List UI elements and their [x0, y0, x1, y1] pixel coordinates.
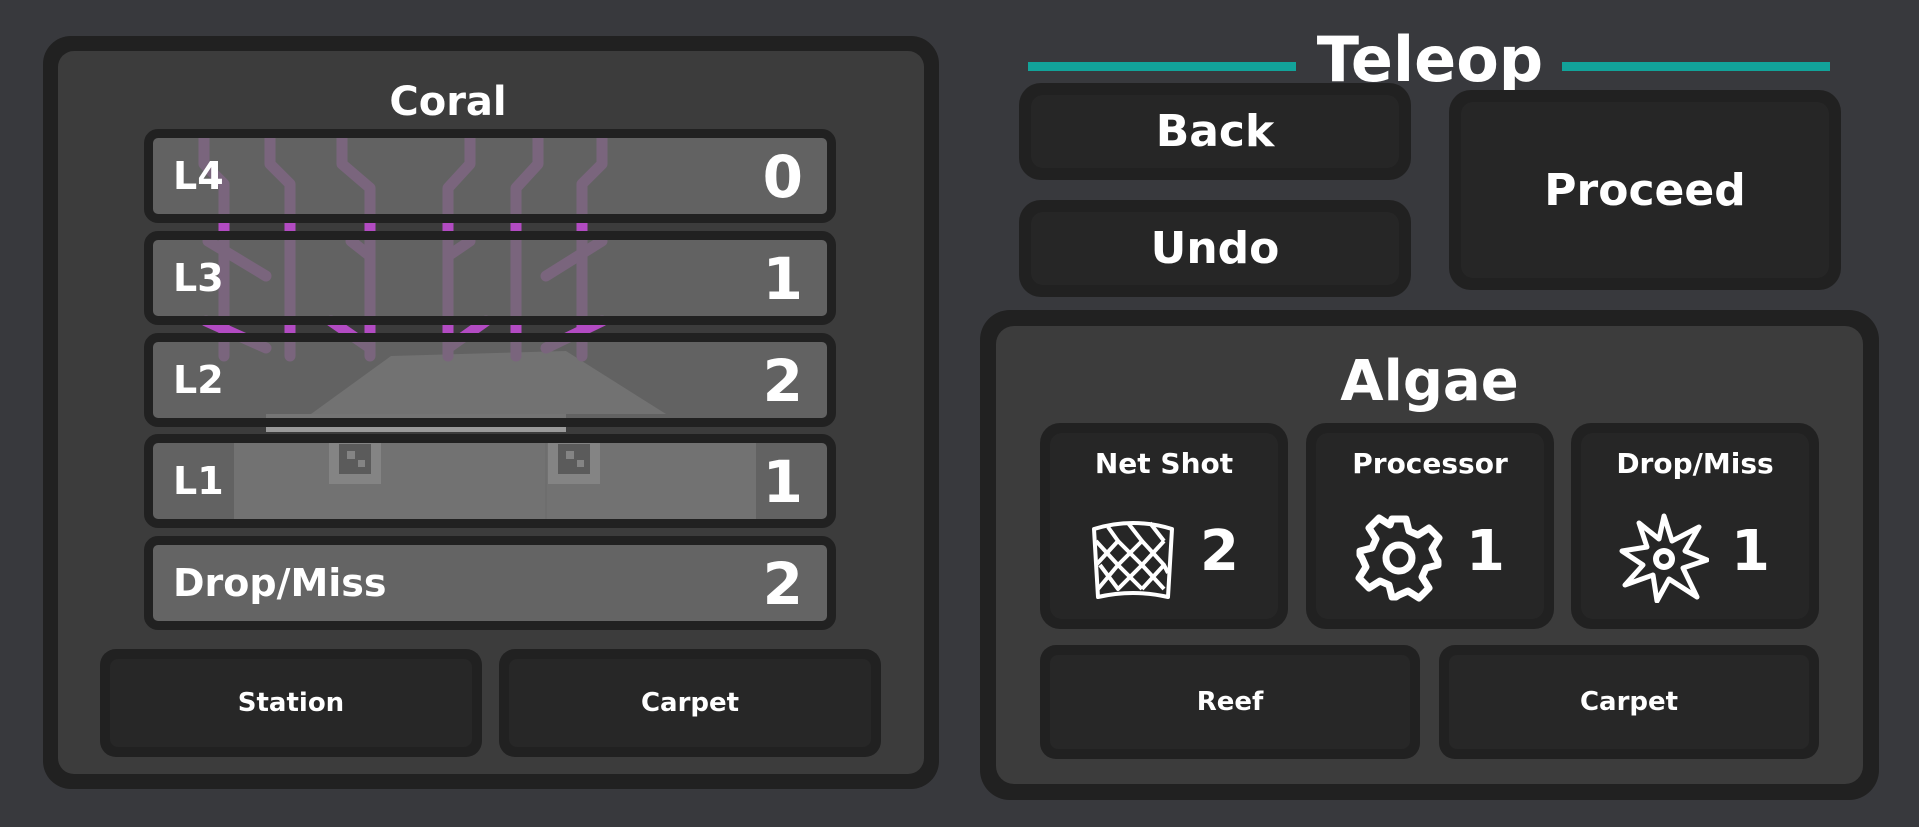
processor-count: 1	[1466, 519, 1505, 584]
coral-carpet-button[interactable]: Carpet	[499, 649, 881, 757]
proceed-button[interactable]: Proceed	[1449, 90, 1841, 290]
drop-miss-count: 2	[762, 550, 803, 618]
coral-level-row-l3[interactable]: L3 1	[144, 231, 836, 325]
back-label: Back	[1031, 95, 1399, 168]
coral-drop-miss-row[interactable]: Drop/Miss 2	[144, 536, 836, 630]
algae-drop-miss-card[interactable]: Drop/Miss 1	[1571, 423, 1819, 629]
carpet-label: Carpet	[509, 659, 871, 747]
drop-miss-label: Drop/Miss	[173, 561, 387, 605]
coral-station-button[interactable]: Station	[100, 649, 482, 757]
level-label: L2	[173, 358, 224, 402]
reef-label: Reef	[1050, 655, 1410, 749]
coral-level-row-l1[interactable]: L1 1	[144, 434, 836, 528]
net-shot-label: Net Shot	[1094, 447, 1234, 480]
coral-level-row-l4[interactable]: L4 0	[144, 129, 836, 223]
coral-title: Coral	[389, 79, 507, 125]
level-label: L1	[173, 459, 224, 503]
level-label: L4	[173, 154, 224, 198]
algae-net-shot-card[interactable]: Net Shot 2	[1040, 423, 1288, 629]
burst-icon	[1619, 513, 1709, 603]
algae-processor-card[interactable]: Processor 1	[1306, 423, 1554, 629]
level-count: 2	[762, 347, 803, 415]
net-shot-count: 2	[1200, 519, 1239, 584]
level-count: 1	[762, 245, 803, 313]
net-icon	[1092, 521, 1174, 599]
proceed-label: Proceed	[1461, 102, 1829, 278]
algae-drop-miss-count: 1	[1731, 519, 1770, 584]
algae-reef-button[interactable]: Reef	[1040, 645, 1420, 759]
processor-label: Processor	[1352, 447, 1508, 480]
level-count: 0	[762, 143, 803, 211]
gear-icon	[1355, 514, 1443, 602]
coral-level-row-l2[interactable]: L2 2	[144, 333, 836, 427]
level-count: 1	[762, 448, 803, 516]
algae-title: Algae	[1340, 349, 1519, 414]
level-label: L3	[173, 256, 224, 300]
header-accent-line-left	[1028, 62, 1296, 71]
undo-label: Undo	[1031, 212, 1399, 285]
algae-carpet-button[interactable]: Carpet	[1439, 645, 1819, 759]
undo-button[interactable]: Undo	[1019, 200, 1411, 297]
back-button[interactable]: Back	[1019, 83, 1411, 180]
station-label: Station	[110, 659, 472, 747]
algae-drop-miss-label: Drop/Miss	[1616, 447, 1774, 480]
header-accent-line-right	[1562, 62, 1830, 71]
algae-carpet-label: Carpet	[1449, 655, 1809, 749]
